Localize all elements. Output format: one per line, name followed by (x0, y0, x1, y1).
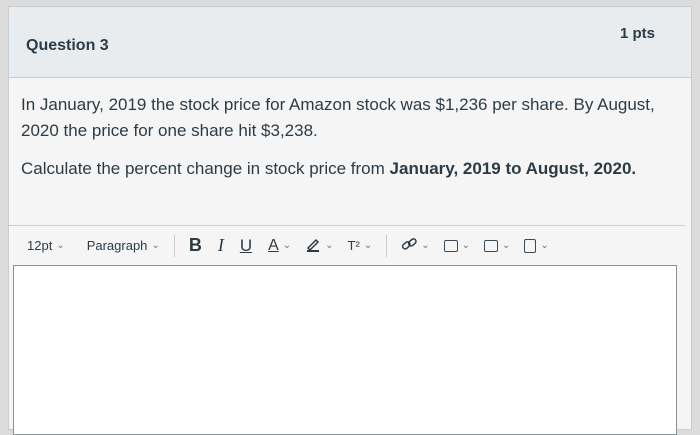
chevron-down-icon: ⌄ (502, 240, 511, 251)
chevron-down-icon: ⌄ (540, 240, 549, 251)
answer-editor[interactable] (13, 265, 677, 435)
highlighter-icon (305, 236, 321, 255)
chevron-down-icon: ⌄ (282, 240, 292, 251)
chevron-down-icon: ⌄ (461, 240, 470, 251)
chevron-down-icon: ⌄ (56, 240, 65, 251)
question-header: Question 3 1 pts (9, 7, 691, 78)
chevron-down-icon: ⌄ (325, 240, 334, 251)
question-text-2: Calculate the percent change in stock pr… (21, 156, 671, 182)
editor-toolbar: 12pt ⌄ Paragraph ⌄ B I U A ⌄ ⌄ T² ⌄ ⌄ ⌄ … (9, 225, 685, 265)
chevron-down-icon: ⌄ (421, 240, 430, 251)
superscript-icon: T² (347, 238, 360, 253)
media-button[interactable]: ⌄ (484, 239, 511, 252)
chevron-down-icon: ⌄ (151, 240, 160, 251)
question-text-2-bold: January, 2019 to August, 2020. (389, 159, 637, 178)
question-text-2-plain: Calculate the percent change in stock pr… (21, 159, 390, 178)
media-icon (484, 239, 498, 252)
question-points: 1 pts (619, 25, 655, 42)
bold-button[interactable]: B (189, 235, 202, 256)
font-size-value: 12pt (27, 238, 53, 253)
link-button[interactable]: ⌄ (401, 236, 430, 255)
superscript-button[interactable]: T² ⌄ (348, 238, 373, 253)
question-card: Question 3 1 pts In January, 2019 the st… (8, 6, 692, 435)
chevron-down-icon: ⌄ (363, 240, 373, 251)
text-color-button[interactable]: A ⌄ (268, 237, 291, 255)
link-icon (401, 236, 417, 255)
image-button[interactable]: ⌄ (443, 239, 470, 252)
toolbar-separator (386, 234, 388, 257)
font-size-select[interactable]: 12pt ⌄ (27, 238, 65, 253)
question-title: Question 3 (26, 37, 109, 54)
italic-button[interactable]: I (218, 235, 224, 256)
question-text-1: In January, 2019 the stock price for Ama… (21, 95, 655, 140)
highlight-color-button[interactable]: ⌄ (305, 236, 334, 255)
image-icon (443, 239, 458, 252)
document-icon (524, 238, 537, 253)
text-color-icon: A (268, 236, 279, 254)
block-format-value: Paragraph (86, 238, 148, 253)
document-button[interactable]: ⌄ (524, 238, 549, 253)
underline-button[interactable]: U (240, 236, 252, 256)
toolbar-separator (173, 234, 175, 257)
block-format-select[interactable]: Paragraph ⌄ (87, 238, 160, 253)
question-body: In January, 2019 the stock price for Ama… (9, 78, 691, 182)
